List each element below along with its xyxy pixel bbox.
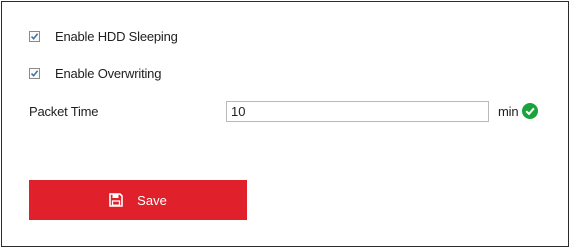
packet-time-unit: min [498, 104, 519, 119]
checkmark-icon [30, 33, 39, 40]
enable-hdd-sleeping-checkbox[interactable] [29, 31, 40, 42]
packet-time-input[interactable] [226, 101, 489, 122]
overwriting-row: Enable Overwriting [29, 66, 161, 81]
check-circle-icon [522, 103, 538, 119]
packet-time-label: Packet Time [29, 104, 99, 119]
enable-hdd-sleeping-label: Enable HDD Sleeping [55, 29, 178, 44]
enable-overwriting-checkbox[interactable] [29, 68, 40, 79]
checkmark-icon [30, 70, 39, 77]
save-floppy-icon [109, 193, 123, 207]
storage-settings-panel: Enable HDD Sleeping Enable Overwriting P… [1, 1, 569, 247]
save-button[interactable]: Save [29, 180, 247, 220]
enable-overwriting-label: Enable Overwriting [55, 66, 162, 81]
save-button-label: Save [137, 192, 167, 208]
hdd-sleeping-row: Enable HDD Sleeping [29, 29, 178, 44]
